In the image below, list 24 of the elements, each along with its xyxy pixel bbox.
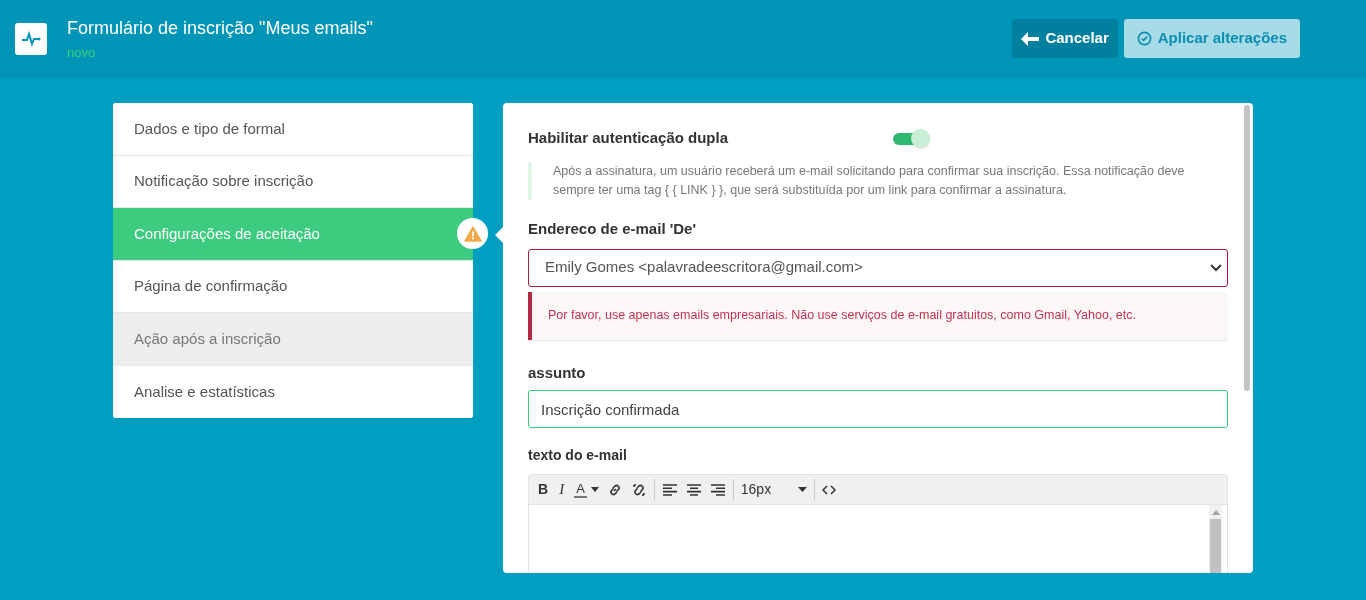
sidebar-item[interactable]: Dados e tipo de formal <box>113 103 473 156</box>
error-message: Por favor, use apenas emails empresariais. Não use serviços de e-mail gratuitos, como Gmail, Yahoo, etc. <box>528 291 1228 340</box>
arrow-left-icon <box>1021 31 1040 46</box>
status-label: novo <box>67 43 97 62</box>
sender-select[interactable]: Emily Gomes <palavradeescritora@gmail.com> <box>528 248 1228 287</box>
scrollbar-thumb[interactable] <box>1210 519 1221 573</box>
bold-button[interactable]: B <box>533 479 554 500</box>
field-label: texto do e-mail <box>528 446 628 465</box>
text-color-button[interactable]: A <box>570 481 603 498</box>
cancel-button[interactable]: Cancelar <box>1012 19 1118 58</box>
field-label: Endereco de e-mail 'De' <box>528 219 698 239</box>
caret-icon <box>797 487 807 492</box>
app-logo <box>15 23 47 55</box>
field-label: assunto <box>528 362 587 383</box>
info-note: Após a assinatura, um usuário receberá um e-mail solicitando para confirmar sua inscrição. Essa notificação deve sempre ter uma tag { { LINK } }, que será substituída por um link para confirmar a assinatura. <box>528 162 1228 200</box>
check-circle-icon <box>1136 31 1152 46</box>
toggle-label: Habilitar autenticação dupla <box>528 127 730 148</box>
form-title: Formulário de inscrição "Meus emails" <box>67 16 373 40</box>
subject-field[interactable]: Inscrição confirmada <box>528 390 1228 428</box>
caret-icon <box>590 487 599 492</box>
toggle-switch[interactable] <box>893 129 930 147</box>
font-size-dropdown[interactable]: 16px <box>736 479 811 500</box>
chevron-down-icon <box>1210 263 1222 272</box>
italic-button[interactable]: I <box>553 478 571 501</box>
